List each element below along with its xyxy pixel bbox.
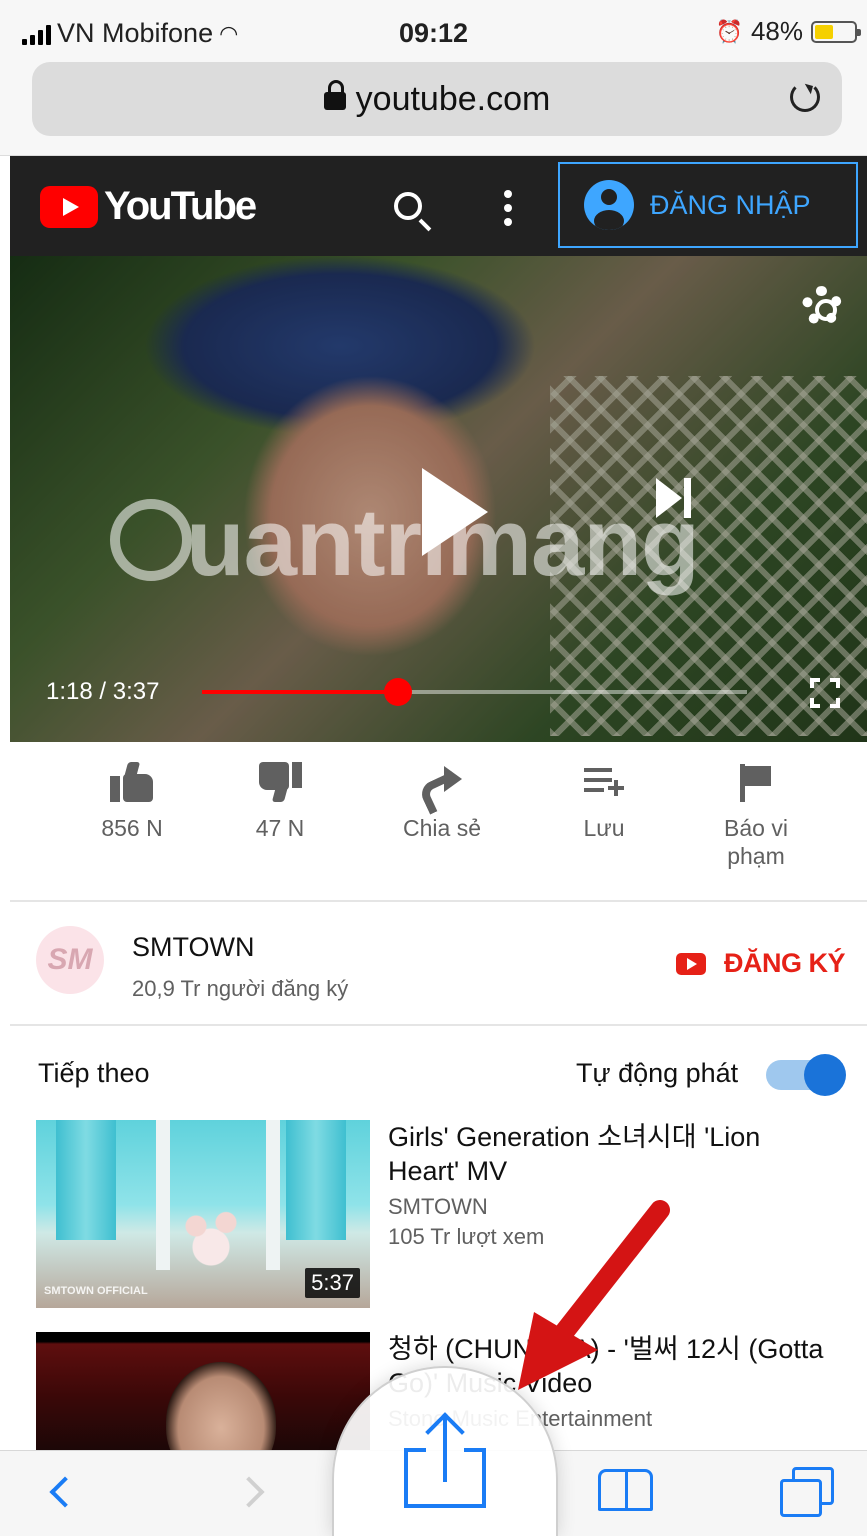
watermark-logo-icon — [110, 499, 192, 581]
sign-in-button[interactable]: ĐĂNG NHẬP — [558, 162, 858, 248]
channel-row: SM SMTOWN 20,9 Tr người đăng ký ĐĂNG KÝ — [10, 904, 867, 1026]
thumbnail-scene — [166, 1362, 276, 1450]
like-button[interactable]: 856 N — [62, 762, 202, 842]
channel-avatar[interactable]: SM — [36, 926, 104, 994]
fullscreen-icon[interactable] — [810, 678, 840, 708]
share-label: Chia sẻ — [403, 815, 481, 841]
share-icon — [420, 762, 464, 802]
progress-fill — [202, 690, 399, 694]
up-next-title: Tiếp theo — [38, 1058, 150, 1088]
save-button[interactable]: Lưu — [534, 762, 674, 842]
alarm-icon: ⏰ — [715, 18, 743, 44]
next-video-icon[interactable] — [656, 478, 691, 518]
thumb-down-icon — [258, 762, 302, 802]
url-text: youtube.com — [355, 80, 551, 118]
save-to-playlist-icon — [582, 762, 626, 802]
forward-icon — [233, 1476, 265, 1508]
bookmarks-icon[interactable] — [598, 1465, 656, 1513]
channel-name[interactable]: SMTOWN — [132, 932, 255, 963]
report-button[interactable]: Báo vi phạm — [686, 762, 826, 870]
account-icon — [584, 180, 634, 230]
more-options-icon[interactable] — [504, 190, 512, 226]
toggle-knob — [804, 1054, 846, 1096]
youtube-subscribe-icon — [675, 952, 706, 975]
video-duration: 5:37 — [305, 1268, 360, 1298]
list-item[interactable]: SMTOWN OFFICIAL 5:37 Girls' Generation 소… — [36, 1120, 866, 1310]
video-thumbnail[interactable]: SMTOWN OFFICIAL 5:37 — [36, 1120, 370, 1308]
battery-percent: 48% — [750, 16, 803, 46]
share-sheet-icon — [404, 1412, 486, 1508]
progress-bar[interactable] — [202, 678, 747, 706]
lock-icon — [323, 80, 346, 110]
video-actions: 856 N 47 N Chia sẻ Lưu Báo vi phạm — [10, 742, 867, 902]
subscribe-label: ĐĂNG KÝ — [723, 948, 846, 978]
sign-in-label: ĐĂNG NHẬP — [650, 189, 811, 220]
dislike-button[interactable]: 47 N — [210, 762, 350, 842]
report-label: Báo vi phạm — [724, 815, 788, 869]
address-bar[interactable]: youtube.com — [32, 62, 842, 136]
smtown-badge: SMTOWN OFFICIAL — [44, 1285, 148, 1297]
youtube-logo-text: YouTube — [104, 184, 257, 228]
status-bar: VN Mobifone ◠ 09:12 ⏰ 48% — [0, 0, 867, 62]
video-channel: SMTOWN — [388, 1194, 488, 1219]
settings-gear-icon[interactable] — [802, 286, 842, 326]
time-display: 1:18 / 3:37 — [46, 678, 160, 705]
search-icon[interactable] — [394, 192, 422, 220]
subscribe-button[interactable]: ĐĂNG KÝ — [675, 948, 846, 979]
flag-icon — [736, 762, 776, 802]
video-title[interactable]: Girls' Generation 소녀시대 'Lion Heart' MV — [388, 1120, 828, 1188]
save-label: Lưu — [583, 815, 625, 841]
watermark: uantrimang — [110, 488, 700, 598]
thumb-up-icon — [110, 762, 154, 802]
youtube-header: YouTube ĐĂNG NHẬP — [10, 156, 867, 256]
browser-url-area: youtube.com — [0, 62, 867, 156]
video-player[interactable]: uantrimang 1:18 / 3:37 — [10, 256, 867, 742]
play-icon[interactable] — [422, 468, 488, 556]
autoplay-label: Tự động phát — [576, 1058, 739, 1088]
progress-scrubber[interactable] — [384, 678, 413, 706]
url-display[interactable]: youtube.com — [32, 80, 842, 119]
reload-icon[interactable] — [790, 82, 820, 112]
like-count: 856 N — [101, 815, 163, 841]
youtube-logo[interactable]: YouTube — [40, 184, 257, 229]
share-button[interactable]: Chia sẻ — [372, 762, 512, 842]
status-right: ⏰ 48% — [715, 16, 861, 47]
video-meta: Girls' Generation 소녀시대 'Lion Heart' MV S… — [388, 1120, 828, 1250]
autoplay-toggle[interactable] — [766, 1054, 846, 1096]
thumbnail-scene — [166, 1198, 266, 1268]
battery-icon — [811, 20, 861, 43]
back-icon[interactable] — [49, 1476, 81, 1508]
tabs-icon[interactable] — [776, 1467, 836, 1521]
video-thumbnail[interactable] — [36, 1332, 370, 1450]
subscriber-count: 20,9 Tr người đăng ký — [132, 976, 349, 1001]
video-views: 105 Tr lượt xem — [388, 1224, 545, 1249]
youtube-play-logo-icon — [40, 185, 98, 228]
dislike-count: 47 N — [255, 815, 305, 841]
